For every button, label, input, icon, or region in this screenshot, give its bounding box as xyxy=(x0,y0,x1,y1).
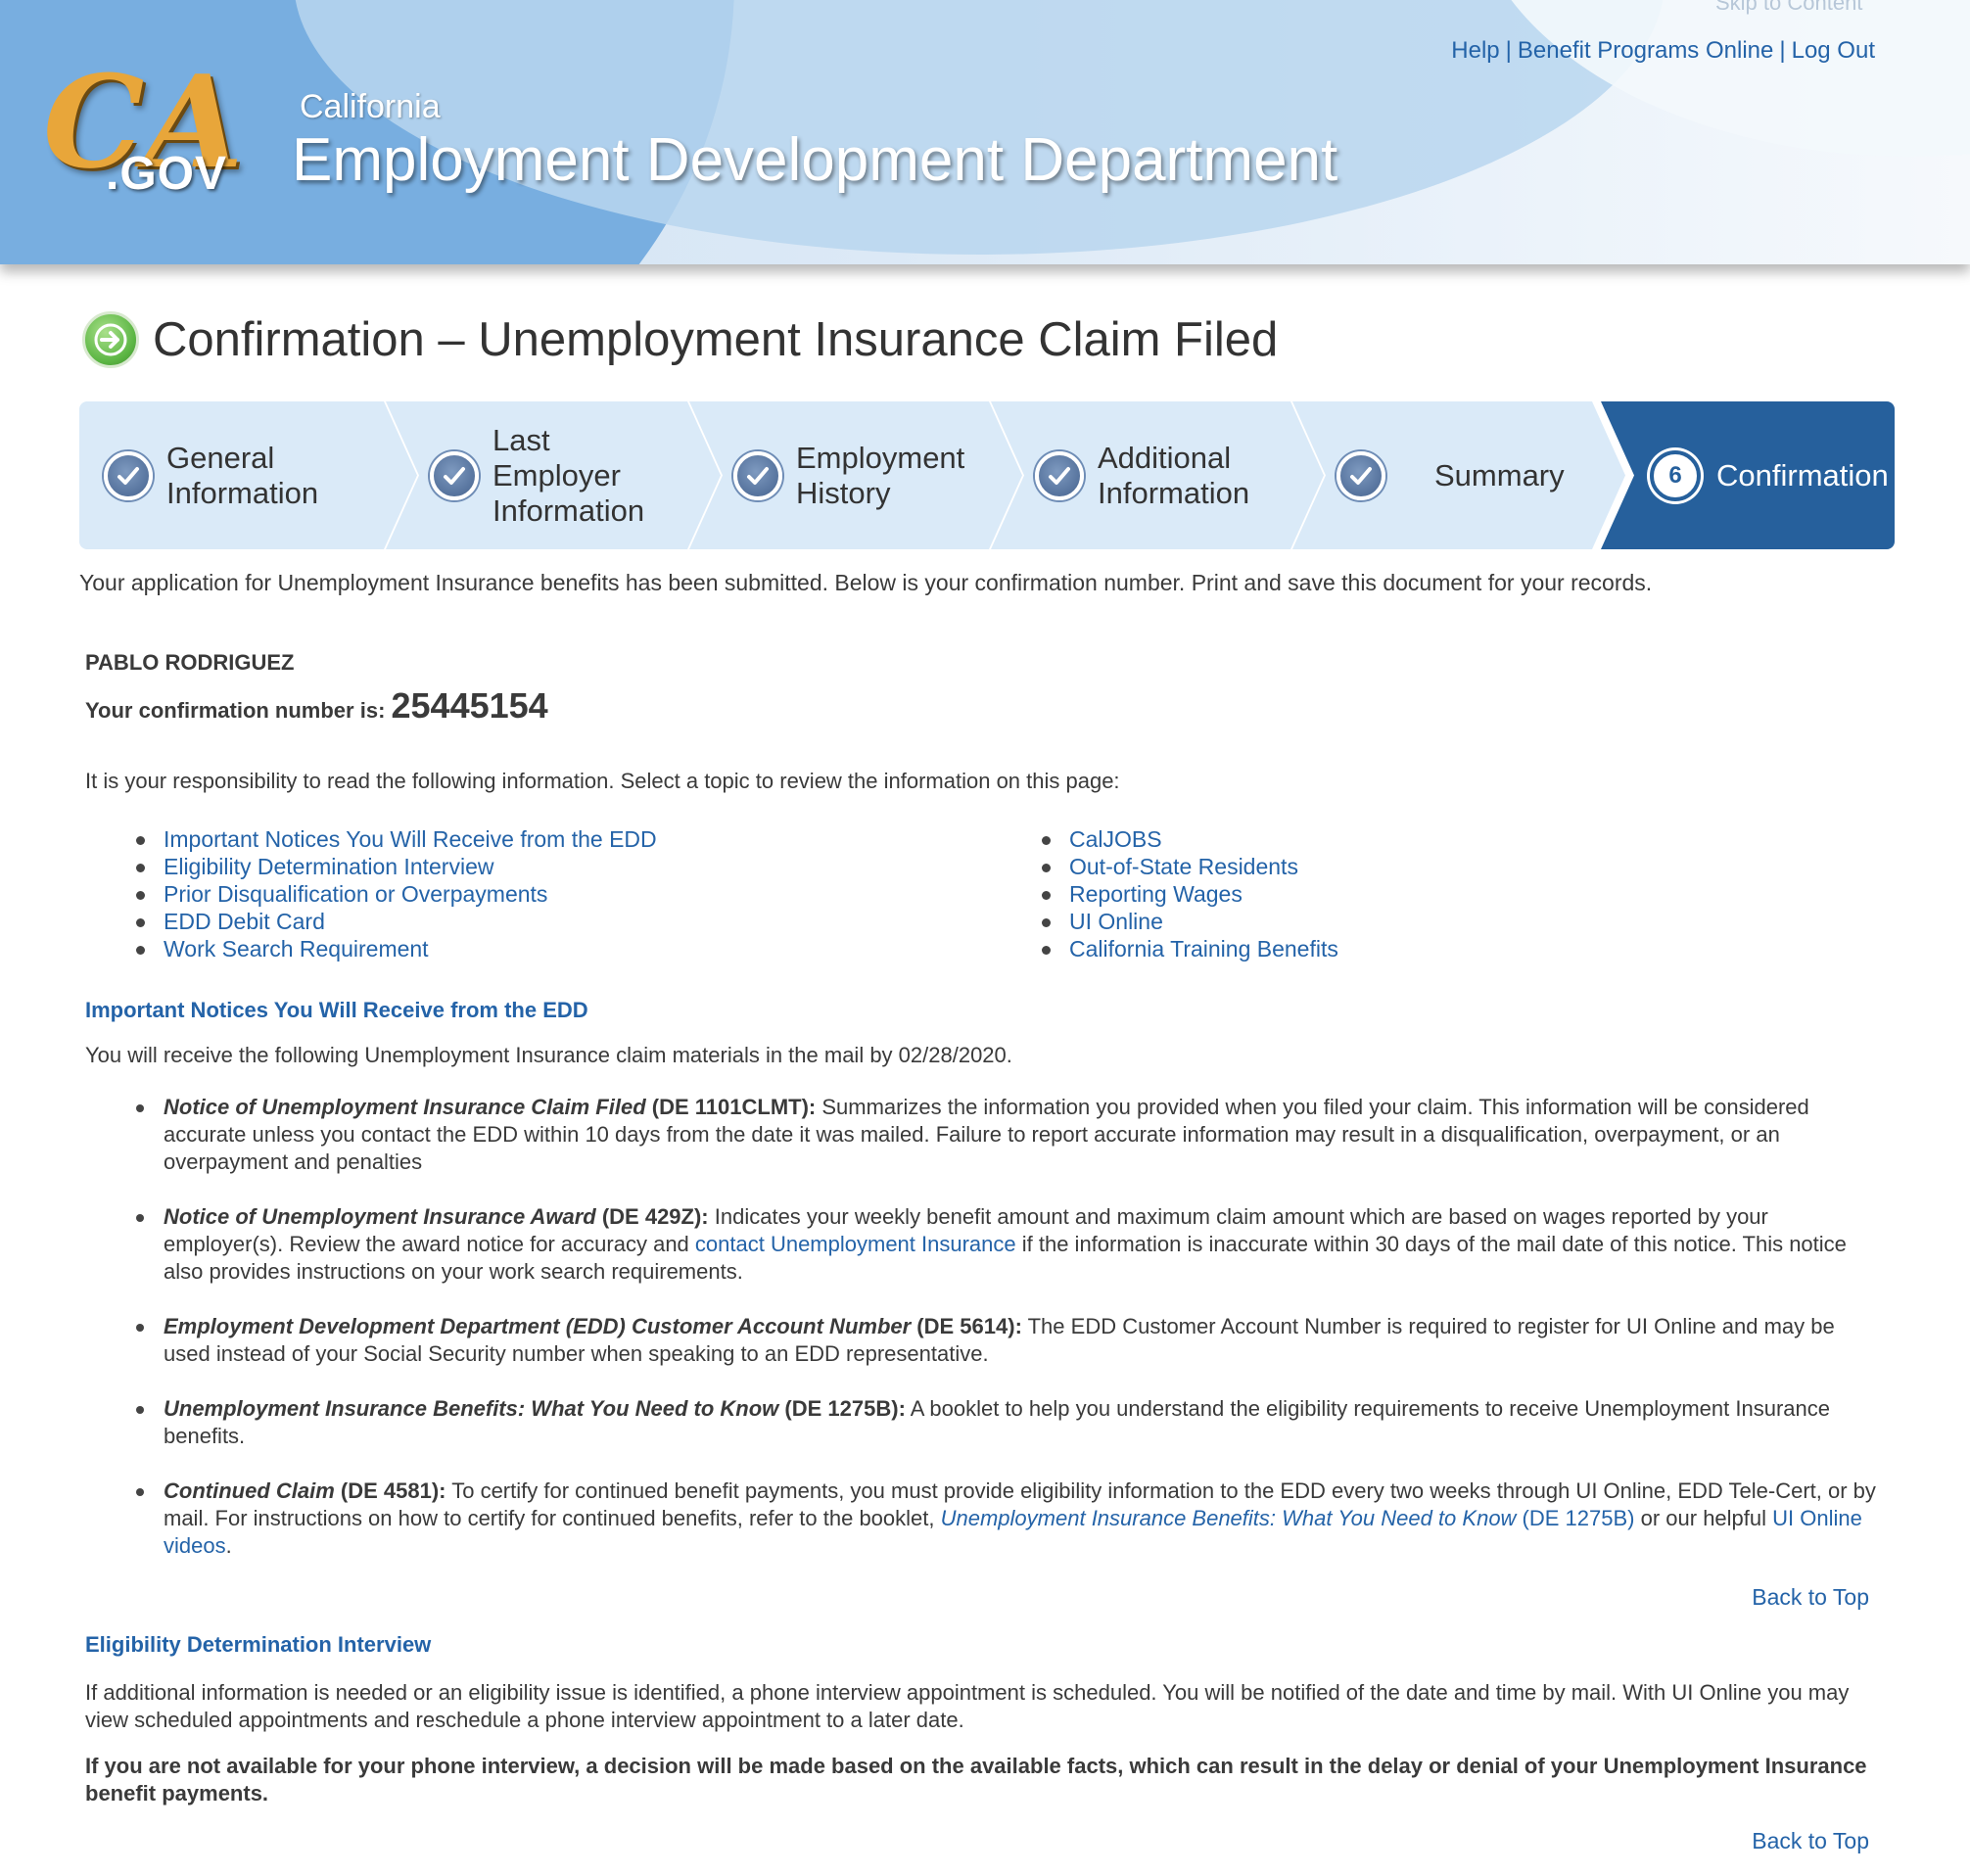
notice-description: . xyxy=(225,1533,232,1558)
step-label: General Information xyxy=(166,440,319,510)
brand-department-name: Employment Development Department xyxy=(292,126,1338,194)
step-label: Employment History xyxy=(796,440,965,510)
contact-ui-link[interactable]: contact Unemployment Insurance xyxy=(695,1232,1016,1256)
nav-separator: | xyxy=(1779,37,1786,64)
ca-gov-logo-suffix: .GOV xyxy=(106,148,228,200)
section-heading-eligibility-interview: Eligibility Determination Interview xyxy=(85,1632,432,1657)
topic-link-edd-debit-card[interactable]: EDD Debit Card xyxy=(164,909,325,934)
notice-title: Notice of Unemployment Insurance Award xyxy=(164,1204,596,1229)
claimant-name: PABLO RODRIGUEZ xyxy=(85,650,295,675)
topic-link-important-notices[interactable]: Important Notices You Will Receive from … xyxy=(164,826,657,852)
list-item: CalJOBS xyxy=(991,825,1338,853)
notice-title: Continued Claim xyxy=(164,1478,335,1503)
topic-list-left: Important Notices You Will Receive from … xyxy=(85,825,657,962)
notice-title: Notice of Unemployment Insurance Claim F… xyxy=(164,1095,646,1119)
step-confirmation: 6 Confirmation xyxy=(1601,401,1895,549)
topic-link-work-search[interactable]: Work Search Requirement xyxy=(164,936,429,961)
list-item: Employment Development Department (EDD) … xyxy=(85,1313,1877,1368)
skip-to-content-link[interactable]: Skip to Content xyxy=(1715,0,1862,16)
booklet-link-title: Unemployment Insurance Benefits: What Yo… xyxy=(940,1506,1517,1530)
page-title: Confirmation – Unemployment Insurance Cl… xyxy=(153,313,1279,366)
topic-link-caljobs[interactable]: CalJOBS xyxy=(1069,826,1162,852)
site-header-banner: CA .GOV California Employment Developmen… xyxy=(0,0,1970,264)
check-circle-icon xyxy=(104,451,153,500)
list-item: California Training Benefits xyxy=(991,935,1338,962)
notice-code: (DE 1275B): xyxy=(778,1396,906,1421)
step-label: Confirmation xyxy=(1716,457,1889,492)
section-heading-important-notices: Important Notices You Will Receive from … xyxy=(85,998,588,1022)
list-item: Prior Disqualification or Overpayments xyxy=(85,880,657,908)
brand-state-name: California xyxy=(300,88,441,125)
list-item: UI Online xyxy=(991,908,1338,935)
notice-title: Employment Development Department (EDD) … xyxy=(164,1314,912,1338)
confirmation-number: 25445154 xyxy=(391,685,548,726)
list-item: Unemployment Insurance Benefits: What Yo… xyxy=(85,1395,1877,1450)
confirmation-number-label: Your confirmation number is: xyxy=(85,698,386,723)
back-to-top-link[interactable]: Back to Top xyxy=(1752,1584,1869,1611)
utility-nav: Help | Benefit Programs Online | Log Out xyxy=(1451,37,1875,65)
submission-intro-text: Your application for Unemployment Insura… xyxy=(79,570,1653,595)
topic-link-prior-disqualification[interactable]: Prior Disqualification or Overpayments xyxy=(164,881,547,907)
list-item: Out-of-State Residents xyxy=(991,853,1338,880)
booklet-link-code: (DE 1275B) xyxy=(1516,1506,1635,1530)
responsibility-text: It is your responsibility to read the fo… xyxy=(85,769,1120,793)
page-title-row: Confirmation – Unemployment Insurance Cl… xyxy=(82,311,1278,368)
topic-link-reporting-wages[interactable]: Reporting Wages xyxy=(1069,881,1243,907)
list-item: Continued Claim (DE 4581): To certify fo… xyxy=(85,1477,1877,1560)
notice-code: (DE 4581): xyxy=(334,1478,446,1503)
notice-list: Notice of Unemployment Insurance Claim F… xyxy=(85,1094,1877,1587)
list-item: EDD Debit Card xyxy=(85,908,657,935)
step-general-information: General Information xyxy=(79,401,417,549)
list-item: Reporting Wages xyxy=(991,880,1338,908)
step-label: Summary xyxy=(1434,457,1565,492)
benefit-programs-online-link[interactable]: Benefit Programs Online xyxy=(1518,37,1773,64)
topic-link-training-benefits[interactable]: California Training Benefits xyxy=(1069,936,1338,961)
check-circle-icon xyxy=(1337,451,1385,500)
list-item: Work Search Requirement xyxy=(85,935,657,962)
list-item: Notice of Unemployment Insurance Claim F… xyxy=(85,1094,1877,1176)
step-label: Additional Information xyxy=(1098,440,1250,510)
list-item: Important Notices You Will Receive from … xyxy=(85,825,657,853)
step-additional-information: Additional Information xyxy=(991,401,1324,549)
progress-stepper: General Information Last Employer Inform… xyxy=(79,401,1895,549)
notice-code: (DE 429Z): xyxy=(595,1204,709,1229)
list-item: Eligibility Determination Interview xyxy=(85,853,657,880)
help-link[interactable]: Help xyxy=(1451,37,1499,64)
back-to-top-link[interactable]: Back to Top xyxy=(1752,1828,1869,1854)
notices-intro-text: You will receive the following Unemploym… xyxy=(85,1043,1012,1067)
check-circle-icon xyxy=(1035,451,1084,500)
topic-link-eligibility-interview[interactable]: Eligibility Determination Interview xyxy=(164,854,493,879)
step-number-badge: 6 xyxy=(1650,449,1701,501)
topic-list-right: CalJOBS Out-of-State Residents Reporting… xyxy=(991,825,1338,962)
notice-code: (DE 1101CLMT): xyxy=(645,1095,817,1119)
confirmation-number-row: Your confirmation number is: 25445154 xyxy=(85,685,548,727)
arrow-right-circle-icon xyxy=(82,311,139,368)
log-out-link[interactable]: Log Out xyxy=(1792,37,1875,64)
topic-link-out-of-state[interactable]: Out-of-State Residents xyxy=(1069,854,1298,879)
nav-separator: | xyxy=(1505,37,1512,64)
step-last-employer-information: Last Employer Information xyxy=(386,401,721,549)
step-summary: Summary xyxy=(1292,401,1625,549)
check-circle-icon xyxy=(733,451,782,500)
topic-link-ui-online[interactable]: UI Online xyxy=(1069,909,1163,934)
list-item: Notice of Unemployment Insurance Award (… xyxy=(85,1203,1877,1286)
step-label: Last Employer Information xyxy=(492,422,645,528)
check-circle-icon xyxy=(430,451,479,500)
interview-warning: If you are not available for your phone … xyxy=(85,1754,1867,1806)
notice-title: Unemployment Insurance Benefits: What Yo… xyxy=(164,1396,779,1421)
booklet-link[interactable]: Unemployment Insurance Benefits: What Yo… xyxy=(941,1506,1635,1530)
step-employment-history: Employment History xyxy=(689,401,1022,549)
notice-description: or our helpful xyxy=(1634,1506,1773,1530)
notice-code: (DE 5614): xyxy=(911,1314,1022,1338)
interview-paragraph: If additional information is needed or a… xyxy=(85,1680,1850,1732)
